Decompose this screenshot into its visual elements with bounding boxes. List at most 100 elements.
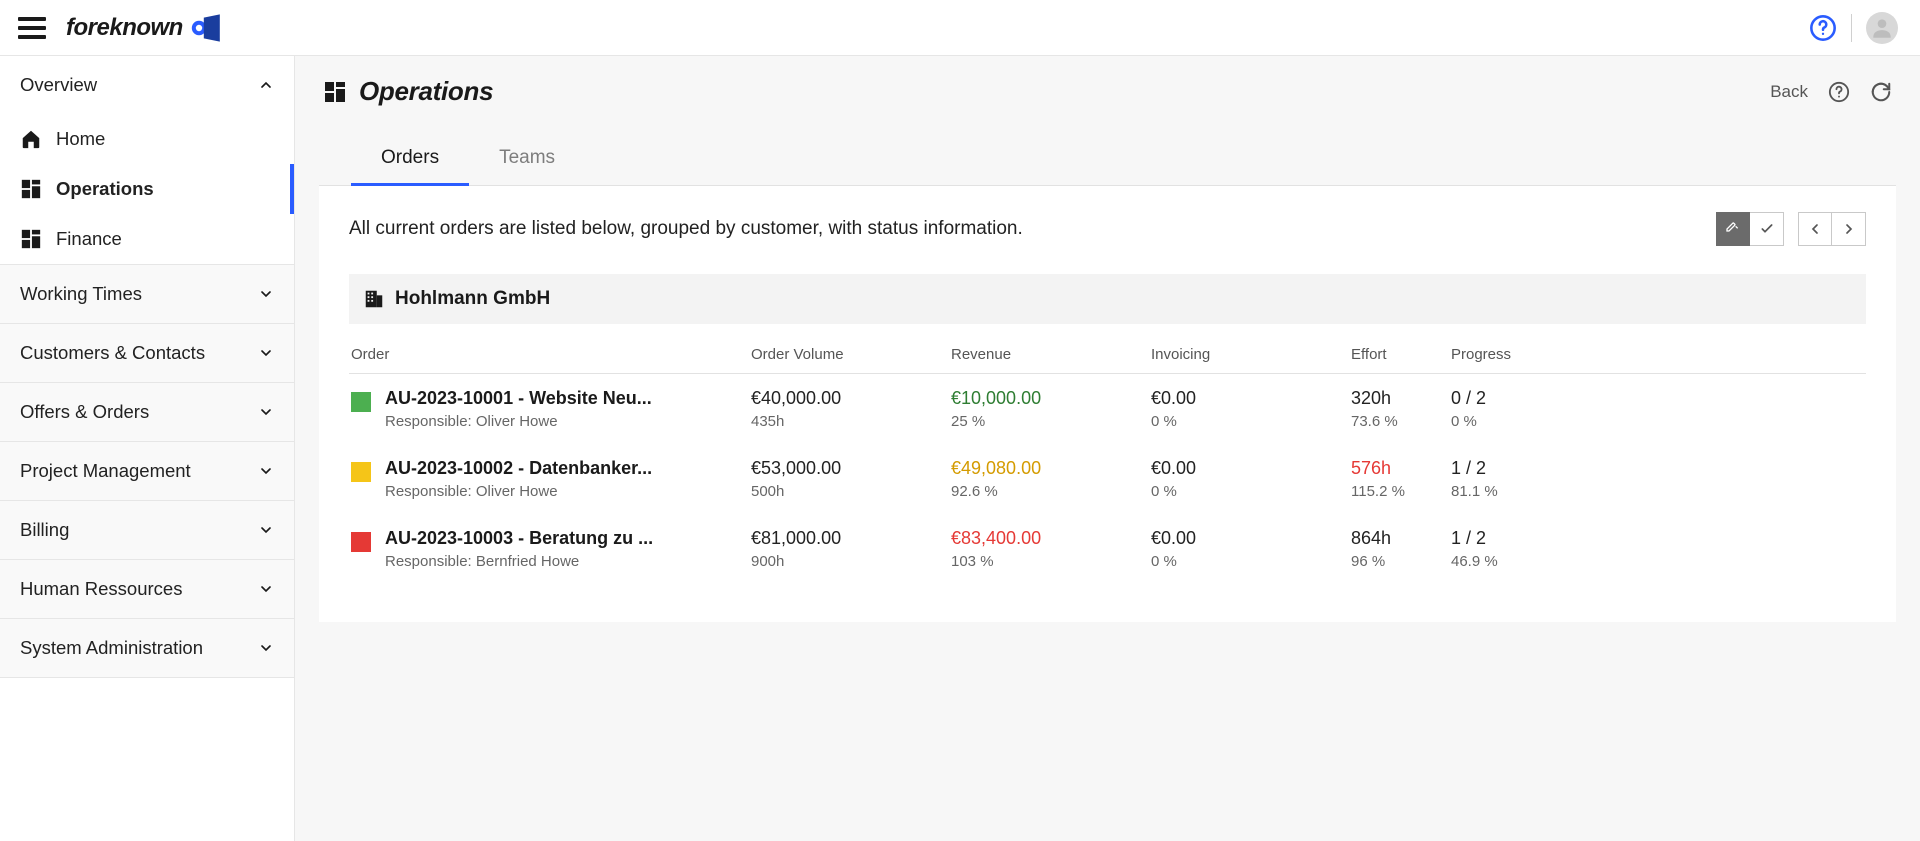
status-swatch <box>351 392 371 412</box>
progress-value: 0 / 2 <box>1451 388 1864 409</box>
sidebar-group-header[interactable]: Billing <box>0 501 294 559</box>
table-row[interactable]: AU-2023-10002 - Datenbanker...Responsibl… <box>349 444 1866 514</box>
order-volume-value: €53,000.00 <box>751 458 951 479</box>
status-swatch <box>351 462 371 482</box>
revenue-sub: 103 % <box>951 553 1151 570</box>
topbar: foreknown <box>0 0 1920 56</box>
cell-order-volume: €81,000.00900h <box>751 528 951 570</box>
chevron-down-icon <box>258 286 274 302</box>
effort-value: 320h <box>1351 388 1451 409</box>
dashboard-icon <box>20 228 42 250</box>
divider <box>1851 14 1852 42</box>
invoicing-value: €0.00 <box>1151 528 1351 549</box>
col-effort: Effort <box>1351 346 1451 363</box>
sidebar-item-label: Finance <box>56 228 122 250</box>
progress-sub: 81.1 % <box>1451 483 1864 500</box>
col-order: Order <box>351 346 751 363</box>
revenue-sub: 25 % <box>951 413 1151 430</box>
description-text: All current orders are listed below, gro… <box>349 218 1023 240</box>
prev-button[interactable] <box>1798 212 1832 246</box>
order-name: AU-2023-10001 - Website Neu... <box>385 388 652 409</box>
chevron-down-icon <box>258 522 274 538</box>
back-link[interactable]: Back <box>1770 82 1808 102</box>
next-button[interactable] <box>1832 212 1866 246</box>
order-volume-sub: 500h <box>751 483 951 500</box>
card-top: All current orders are listed below, gro… <box>349 212 1866 246</box>
page-title: Operations <box>359 76 493 107</box>
sidebar-group-label: Project Management <box>20 460 191 482</box>
invoicing-sub: 0 % <box>1151 413 1351 430</box>
sidebar-item-label: Operations <box>56 178 154 200</box>
col-progress: Progress <box>1451 346 1864 363</box>
orders-table: Order Order Volume Revenue Invoicing Eff… <box>349 328 1866 584</box>
company-name: Hohlmann GmbH <box>395 288 550 310</box>
cell-invoicing: €0.000 % <box>1151 458 1351 500</box>
order-responsible: Responsible: Oliver Howe <box>385 483 652 500</box>
brand[interactable]: foreknown <box>66 14 223 42</box>
menu-toggle-button[interactable] <box>18 17 46 39</box>
sidebar-item-home[interactable]: Home <box>0 114 294 164</box>
sidebar-group: System Administration <box>0 619 294 678</box>
main-content: Operations Back Orders Teams <box>295 56 1920 841</box>
sidebar-group-label: Working Times <box>20 283 142 305</box>
home-icon <box>20 128 42 150</box>
cell-invoicing: €0.000 % <box>1151 528 1351 570</box>
sidebar-group-header[interactable]: Human Ressources <box>0 560 294 618</box>
progress-sub: 46.9 % <box>1451 553 1864 570</box>
refresh-icon[interactable] <box>1870 81 1892 103</box>
card-actions <box>1716 212 1866 246</box>
invoicing-value: €0.00 <box>1151 388 1351 409</box>
page-actions: Back <box>1770 81 1892 103</box>
chevron-up-icon <box>258 77 274 93</box>
cell-effort: 576h115.2 % <box>1351 458 1451 500</box>
order-name: AU-2023-10003 - Beratung zu ... <box>385 528 653 549</box>
sidebar-group-header[interactable]: Offers & Orders <box>0 383 294 441</box>
cell-progress: 0 / 2 0 % <box>1451 388 1864 430</box>
pager-group <box>1798 212 1866 246</box>
sidebar-group-header[interactable]: Working Times <box>0 265 294 323</box>
sidebar-group-label: Offers & Orders <box>20 401 149 423</box>
help-icon[interactable] <box>1809 14 1837 42</box>
chevron-down-icon <box>258 581 274 597</box>
sidebar-group-header[interactable]: Project Management <box>0 442 294 500</box>
table-row[interactable]: AU-2023-10003 - Beratung zu ... Responsib… <box>349 514 1866 584</box>
revenue-value: €49,080.00 <box>951 458 1151 479</box>
sidebar-item-finance[interactable]: Finance <box>0 214 294 264</box>
chevron-down-icon <box>258 404 274 420</box>
sidebar-group-header[interactable]: Overview <box>0 56 294 114</box>
chevron-down-icon <box>258 345 274 361</box>
tab-orders[interactable]: Orders <box>369 137 451 185</box>
sidebar-group-label: Human Ressources <box>20 578 182 600</box>
user-avatar[interactable] <box>1866 12 1898 44</box>
help-icon[interactable] <box>1828 81 1850 103</box>
content-card: All current orders are listed below, gro… <box>319 186 1896 622</box>
tab-teams[interactable]: Teams <box>487 137 567 185</box>
cell-order-volume: €53,000.00 500h <box>751 458 951 500</box>
sidebar-item-operations[interactable]: Operations <box>0 164 294 214</box>
chevron-down-icon <box>258 640 274 656</box>
order-volume-sub: 900h <box>751 553 951 570</box>
cell-order: AU-2023-10002 - Datenbanker...Responsibl… <box>351 458 751 500</box>
cell-revenue: €10,000.0025 % <box>951 388 1151 430</box>
page-title-wrap: Operations <box>323 76 493 107</box>
sidebar: OverviewHome Operations Finance Working Tim… <box>0 56 295 841</box>
revenue-sub: 92.6 % <box>951 483 1151 500</box>
order-responsible: Responsible: Bernfried Howe <box>385 553 653 570</box>
progress-value: 1 / 2 <box>1451 458 1864 479</box>
order-responsible: Responsible: Oliver Howe <box>385 413 652 430</box>
dashboard-icon <box>20 178 42 200</box>
sidebar-group: OverviewHome Operations Finance <box>0 56 294 265</box>
progress-value: 1 / 2 <box>1451 528 1864 549</box>
order-volume-value: €40,000.00 <box>751 388 951 409</box>
table-row[interactable]: AU-2023-10001 - Website Neu... Responsibl… <box>349 374 1866 444</box>
col-revenue: Revenue <box>951 346 1151 363</box>
sidebar-group-header[interactable]: Customers & Contacts <box>0 324 294 382</box>
sidebar-group: Billing <box>0 501 294 560</box>
sidebar-group-label: System Administration <box>20 637 203 659</box>
progress-sub: 0 % <box>1451 413 1864 430</box>
toggle-group-1 <box>1716 212 1784 246</box>
sidebar-group: Working Times <box>0 265 294 324</box>
confirm-button[interactable] <box>1750 212 1784 246</box>
sidebar-group-header[interactable]: System Administration <box>0 619 294 677</box>
settings-button[interactable] <box>1716 212 1750 246</box>
